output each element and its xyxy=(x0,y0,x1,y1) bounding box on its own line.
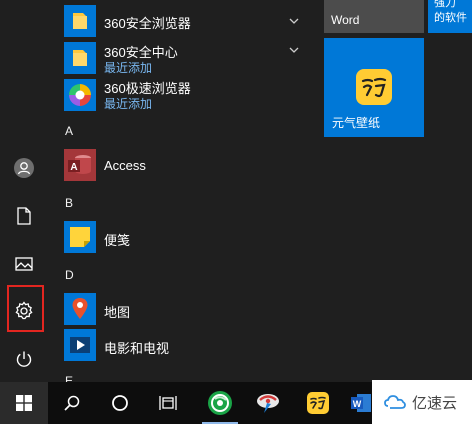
documents-icon[interactable] xyxy=(0,196,48,236)
list-item[interactable]: 便笺 xyxy=(48,219,313,255)
promo-tile-line-1: 强力 xyxy=(434,0,456,9)
user-icon[interactable] xyxy=(0,148,48,188)
letter-header-b[interactable]: B xyxy=(65,196,73,210)
yuanqi-wallpaper-tile[interactable]: 元气壁纸 xyxy=(324,38,424,137)
yuanqi-tile-label: 元气壁纸 xyxy=(332,116,381,130)
app-name: Access xyxy=(104,158,146,173)
task-view-icon[interactable] xyxy=(146,382,190,424)
chevron-down-icon[interactable] xyxy=(288,15,300,27)
letter-header-a[interactable]: A xyxy=(65,124,73,138)
promo-tile[interactable]: 强力 的软件 xyxy=(428,0,472,33)
yuanqi-icon xyxy=(355,68,393,106)
app-name: 360安全浏览器 xyxy=(104,16,191,31)
app-name: 电影和电视 xyxy=(104,341,170,356)
cortana-icon[interactable] xyxy=(98,382,142,424)
access-icon: A xyxy=(64,149,96,181)
letter-header-d[interactable]: D xyxy=(65,268,74,282)
list-item[interactable]: 360安全浏览器 xyxy=(48,3,313,39)
yuanqi-icon[interactable] xyxy=(296,382,340,424)
security-tool-icon[interactable] xyxy=(246,382,290,424)
list-item[interactable]: 地图 xyxy=(48,291,313,327)
settings-highlight-box xyxy=(7,285,44,332)
start-menu-rail xyxy=(0,0,48,382)
watermark-text: 亿速云 xyxy=(412,394,458,412)
app-name: 便笺 xyxy=(104,233,131,248)
pinned-tiles: Word 强力 的软件 元气壁纸 xyxy=(313,0,472,382)
search-icon[interactable] xyxy=(50,382,94,424)
word-tile[interactable]: Word xyxy=(324,0,424,33)
promo-tile-line-2: 的软件 xyxy=(434,12,467,24)
app-list: 360安全浏览器 360安全中心 最近添加 360极速浏览器 最近添加 A A … xyxy=(48,0,313,382)
list-item[interactable]: 电影和电视 xyxy=(48,327,313,363)
word-tile-label: Word xyxy=(331,13,360,27)
movies-tv-icon xyxy=(64,329,96,361)
folder-icon xyxy=(64,42,96,74)
360-speed-browser-icon xyxy=(64,79,96,111)
recently-added-label: 最近添加 xyxy=(104,61,153,75)
maps-icon xyxy=(64,293,96,325)
folder-icon xyxy=(64,5,96,37)
watermark: 亿速云 xyxy=(372,380,472,424)
svg-text:A: A xyxy=(70,162,77,173)
windows-start-icon[interactable] xyxy=(0,382,48,424)
360-browser-icon[interactable] xyxy=(198,382,242,424)
list-item[interactable]: 360极速浏览器 最近添加 xyxy=(48,77,313,113)
list-item[interactable]: A Access xyxy=(48,147,313,183)
app-name: 地图 xyxy=(104,305,131,320)
cloud-logo-icon xyxy=(384,395,406,409)
pictures-icon[interactable] xyxy=(0,244,48,284)
list-item[interactable]: 360安全中心 最近添加 xyxy=(48,40,313,76)
letter-header-e[interactable]: E xyxy=(65,374,73,382)
svg-text:W: W xyxy=(353,399,362,409)
chevron-down-icon[interactable] xyxy=(288,44,300,56)
power-icon[interactable] xyxy=(0,339,48,379)
sticky-notes-icon xyxy=(64,221,96,253)
recently-added-label: 最近添加 xyxy=(104,97,153,111)
